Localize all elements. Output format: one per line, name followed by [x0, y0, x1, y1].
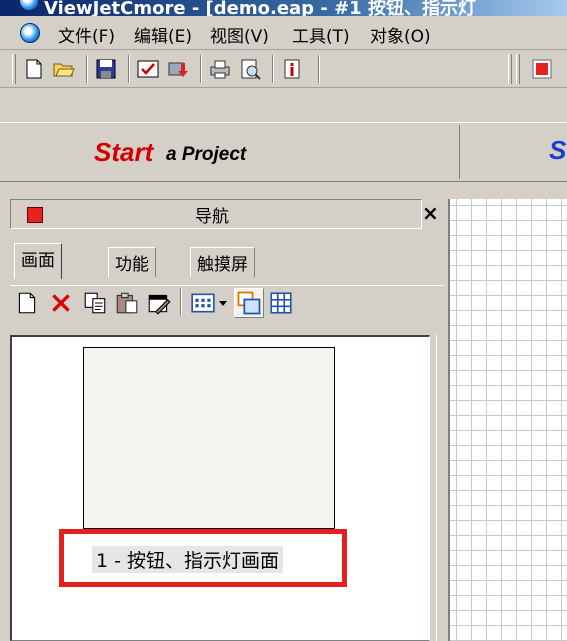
toolbar-separator [128, 55, 130, 83]
toolbar-grip[interactable] [12, 54, 16, 84]
start-word: Start [94, 137, 154, 167]
toolbar-grip[interactable] [508, 54, 512, 84]
screen-thumbnail[interactable] [83, 347, 335, 529]
info-icon[interactable] [280, 57, 304, 81]
main-toolbar [0, 50, 567, 88]
menu-edit[interactable]: 编辑(E) [134, 22, 192, 47]
print-preview-icon[interactable] [238, 57, 262, 81]
toolbar-separator [272, 55, 274, 83]
save-icon[interactable] [94, 57, 118, 81]
delete-icon[interactable] [48, 290, 74, 316]
panel-header: 导航 [10, 199, 422, 229]
panel-icon [27, 207, 43, 223]
copy-icon[interactable] [82, 290, 108, 316]
open-folder-icon[interactable] [52, 57, 76, 81]
thumbnail-view-icon[interactable] [234, 288, 264, 318]
properties-icon[interactable] [146, 290, 172, 316]
panel-title: 导航 [195, 207, 229, 227]
menu-bar: 文件(F) 编辑(E) 视图(V) 工具(T) 对象(O) [0, 16, 567, 50]
view-mode-icon[interactable] [190, 290, 216, 316]
design-canvas-grid[interactable] [448, 199, 567, 641]
second-project-button-cut[interactable]: S [549, 135, 566, 166]
toolbar-separator [86, 55, 88, 83]
screen-label[interactable]: 1 - 按钮、指示灯画面 [92, 546, 284, 573]
dropdown-arrow-icon[interactable] [216, 290, 230, 316]
toolbar-grip[interactable] [516, 54, 520, 84]
tab-screens[interactable]: 画面 [14, 243, 62, 279]
app-menu-icon[interactable] [20, 23, 40, 43]
print-icon[interactable] [208, 57, 232, 81]
navigation-panel: 导航 × 画面 功能 触摸屏 1 - 按钮、指示灯画面 [10, 199, 444, 641]
panel-scrollbar[interactable] [436, 335, 444, 641]
toolbar-separator [318, 55, 320, 83]
panel-toolbar [10, 285, 444, 321]
highlight-box: 1 - 按钮、指示灯画面 [59, 529, 347, 587]
menu-view[interactable]: 视图(V) [210, 22, 269, 47]
toolbar-separator [200, 55, 202, 83]
tab-touchscreen[interactable]: 触摸屏 [190, 247, 255, 277]
panel-tabs: 画面 功能 触摸屏 [10, 243, 444, 279]
download-icon[interactable] [166, 57, 190, 81]
close-icon[interactable]: × [422, 201, 439, 225]
start-project-button[interactable]: Start a Project [10, 125, 460, 179]
panel-toolbar-separator [180, 288, 182, 316]
app-icon [20, 0, 38, 10]
tab-functions[interactable]: 功能 [108, 247, 156, 277]
screen-thumbnail-list: 1 - 按钮、指示灯画面 [10, 335, 430, 641]
menu-object[interactable]: 对象(O) [370, 22, 431, 47]
start-rest-label: a Project [166, 144, 247, 165]
paste-icon[interactable] [114, 290, 140, 316]
menu-file[interactable]: 文件(F) [58, 22, 115, 47]
window-title: ViewJetCmore - [demo.eap - #1 按钮、指示灯 [44, 0, 476, 16]
checkbox-icon[interactable] [136, 57, 160, 81]
menu-tools[interactable]: 工具(T) [292, 22, 350, 47]
project-bar: Start a Project S [0, 122, 567, 182]
grid-view-icon[interactable] [268, 290, 294, 316]
new-file-icon[interactable] [22, 57, 46, 81]
title-bar: ViewJetCmore - [demo.eap - #1 按钮、指示灯 [0, 0, 567, 16]
new-page-icon[interactable] [14, 290, 40, 316]
red-square-icon[interactable] [530, 57, 554, 81]
